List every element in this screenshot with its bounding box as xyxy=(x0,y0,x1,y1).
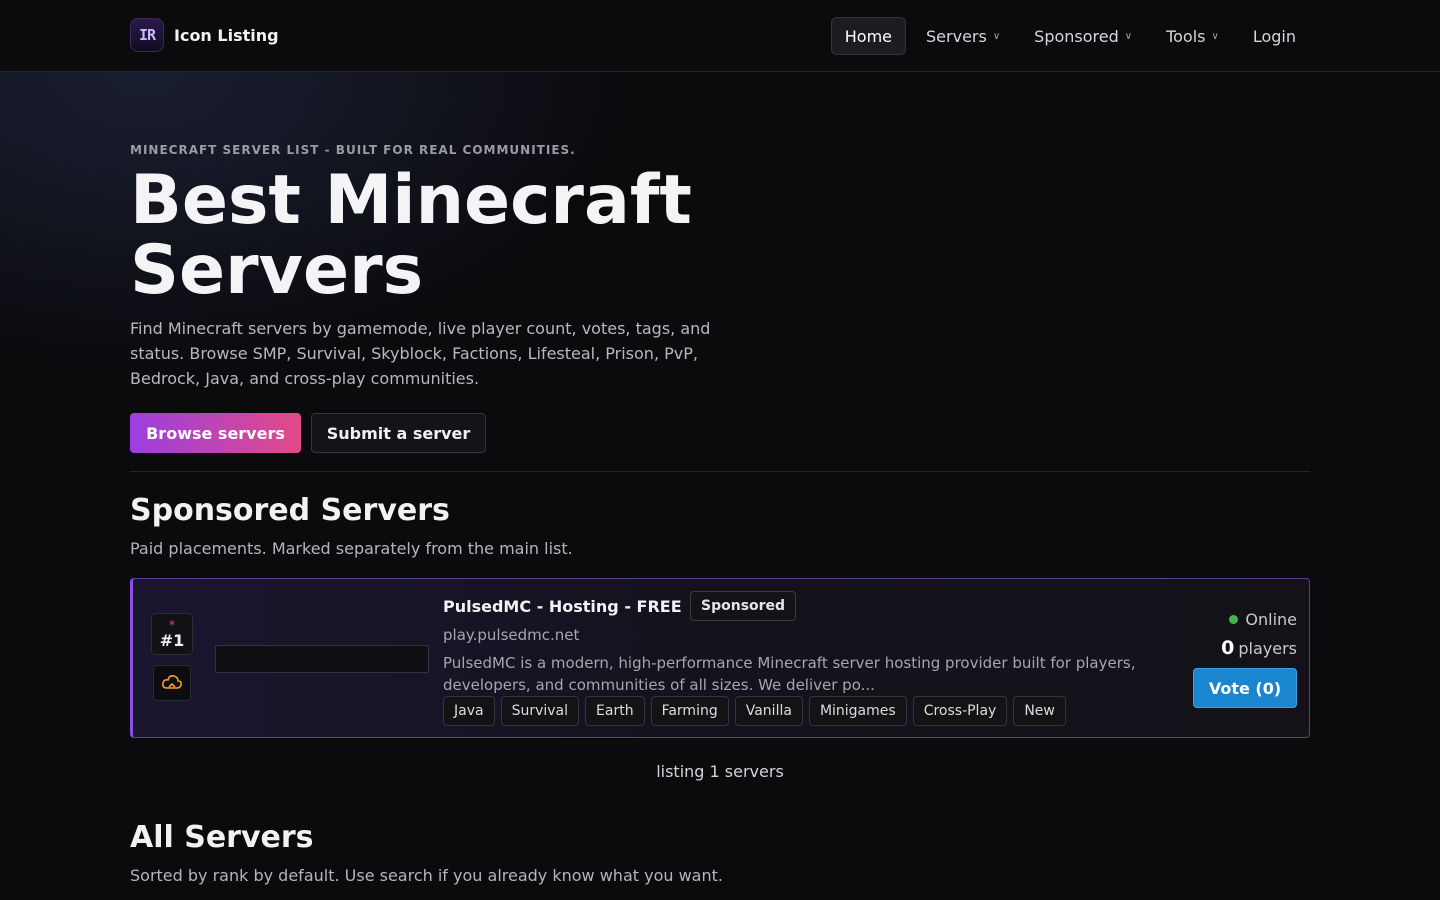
tag[interactable]: Farming xyxy=(650,696,729,726)
chevron-down-icon: ∨ xyxy=(992,30,1001,42)
chevron-down-icon: ∨ xyxy=(1124,30,1133,42)
nav-tools-dropdown[interactable]: Tools ∨ xyxy=(1152,17,1233,55)
sponsored-server-card[interactable]: * #1 PulsedMC - Hosting - FREE Sponsored… xyxy=(130,578,1310,738)
rank-number: #1 xyxy=(159,631,185,650)
brand-name: Icon Listing xyxy=(174,25,279,45)
server-icon xyxy=(153,665,191,701)
player-count-value: 0 xyxy=(1221,637,1235,659)
nav-home[interactable]: Home xyxy=(830,17,907,55)
nav-home-label: Home xyxy=(844,26,893,46)
tag[interactable]: Minigames xyxy=(808,696,907,726)
server-cloud-icon xyxy=(162,675,182,689)
server-banner xyxy=(215,645,429,673)
nav-sponsored-dropdown[interactable]: Sponsored ∨ xyxy=(1020,17,1146,55)
server-name[interactable]: PulsedMC - Hosting - FREE xyxy=(443,597,682,616)
nav-login[interactable]: Login xyxy=(1239,17,1310,55)
online-dot-icon xyxy=(1229,615,1239,624)
main-nav: Home Servers ∨ Sponsored ∨ Tools ∨ Login xyxy=(830,17,1310,55)
tag[interactable]: Cross-Play xyxy=(912,696,1008,726)
all-servers-description: Sorted by rank by default. Use search if… xyxy=(130,866,723,885)
chevron-down-icon: ∨ xyxy=(1211,30,1219,42)
nav-servers-dropdown[interactable]: Servers ∨ xyxy=(912,17,1014,55)
sponsored-heading: Sponsored Servers xyxy=(130,493,450,528)
nav-servers-label: Servers xyxy=(926,26,987,46)
hero-subtitle: Find Minecraft servers by gamemode, live… xyxy=(130,319,711,388)
page-title: Best Minecraft Servers xyxy=(130,161,692,310)
brand-logo-icon: IR xyxy=(130,18,164,52)
nav-login-label: Login xyxy=(1252,26,1296,46)
player-count: 0 players xyxy=(1221,637,1297,659)
server-tags: Java Survival Earth Farming Vanilla Mini… xyxy=(443,696,1066,726)
server-status: Online xyxy=(1229,610,1297,629)
vote-button[interactable]: Vote (0) xyxy=(1193,668,1297,708)
section-divider xyxy=(130,471,1310,472)
tag[interactable]: New xyxy=(1013,696,1066,726)
players-label: players xyxy=(1238,639,1297,658)
rank-badge: * #1 xyxy=(151,613,193,655)
status-label: Online xyxy=(1245,610,1297,629)
tag[interactable]: Earth xyxy=(585,696,645,726)
tag[interactable]: Java xyxy=(443,696,495,726)
hero-eyebrow: MINECRAFT SERVER LIST - BUILT FOR REAL C… xyxy=(130,143,576,157)
listing-count: listing 1 servers xyxy=(656,762,784,781)
sponsored-description: Paid placements. Marked separately from … xyxy=(130,539,573,558)
rank-marker: * xyxy=(169,618,175,632)
server-description: PulsedMC is a modern, high-performance M… xyxy=(443,654,1136,694)
nav-sponsored-label: Sponsored xyxy=(1034,26,1119,46)
all-servers-heading: All Servers xyxy=(130,820,314,855)
submit-server-button[interactable]: Submit a server xyxy=(311,413,486,453)
server-address[interactable]: play.pulsedmc.net xyxy=(443,626,579,644)
sponsored-badge: Sponsored xyxy=(690,591,797,621)
nav-tools-label: Tools xyxy=(1166,26,1206,46)
brand-link[interactable]: IR Icon Listing xyxy=(130,18,279,52)
tag[interactable]: Survival xyxy=(500,696,580,726)
browse-servers-button[interactable]: Browse servers xyxy=(130,413,301,453)
tag[interactable]: Vanilla xyxy=(734,696,803,726)
top-navbar: IR Icon Listing Home Servers ∨ Sponsored… xyxy=(0,0,1440,72)
